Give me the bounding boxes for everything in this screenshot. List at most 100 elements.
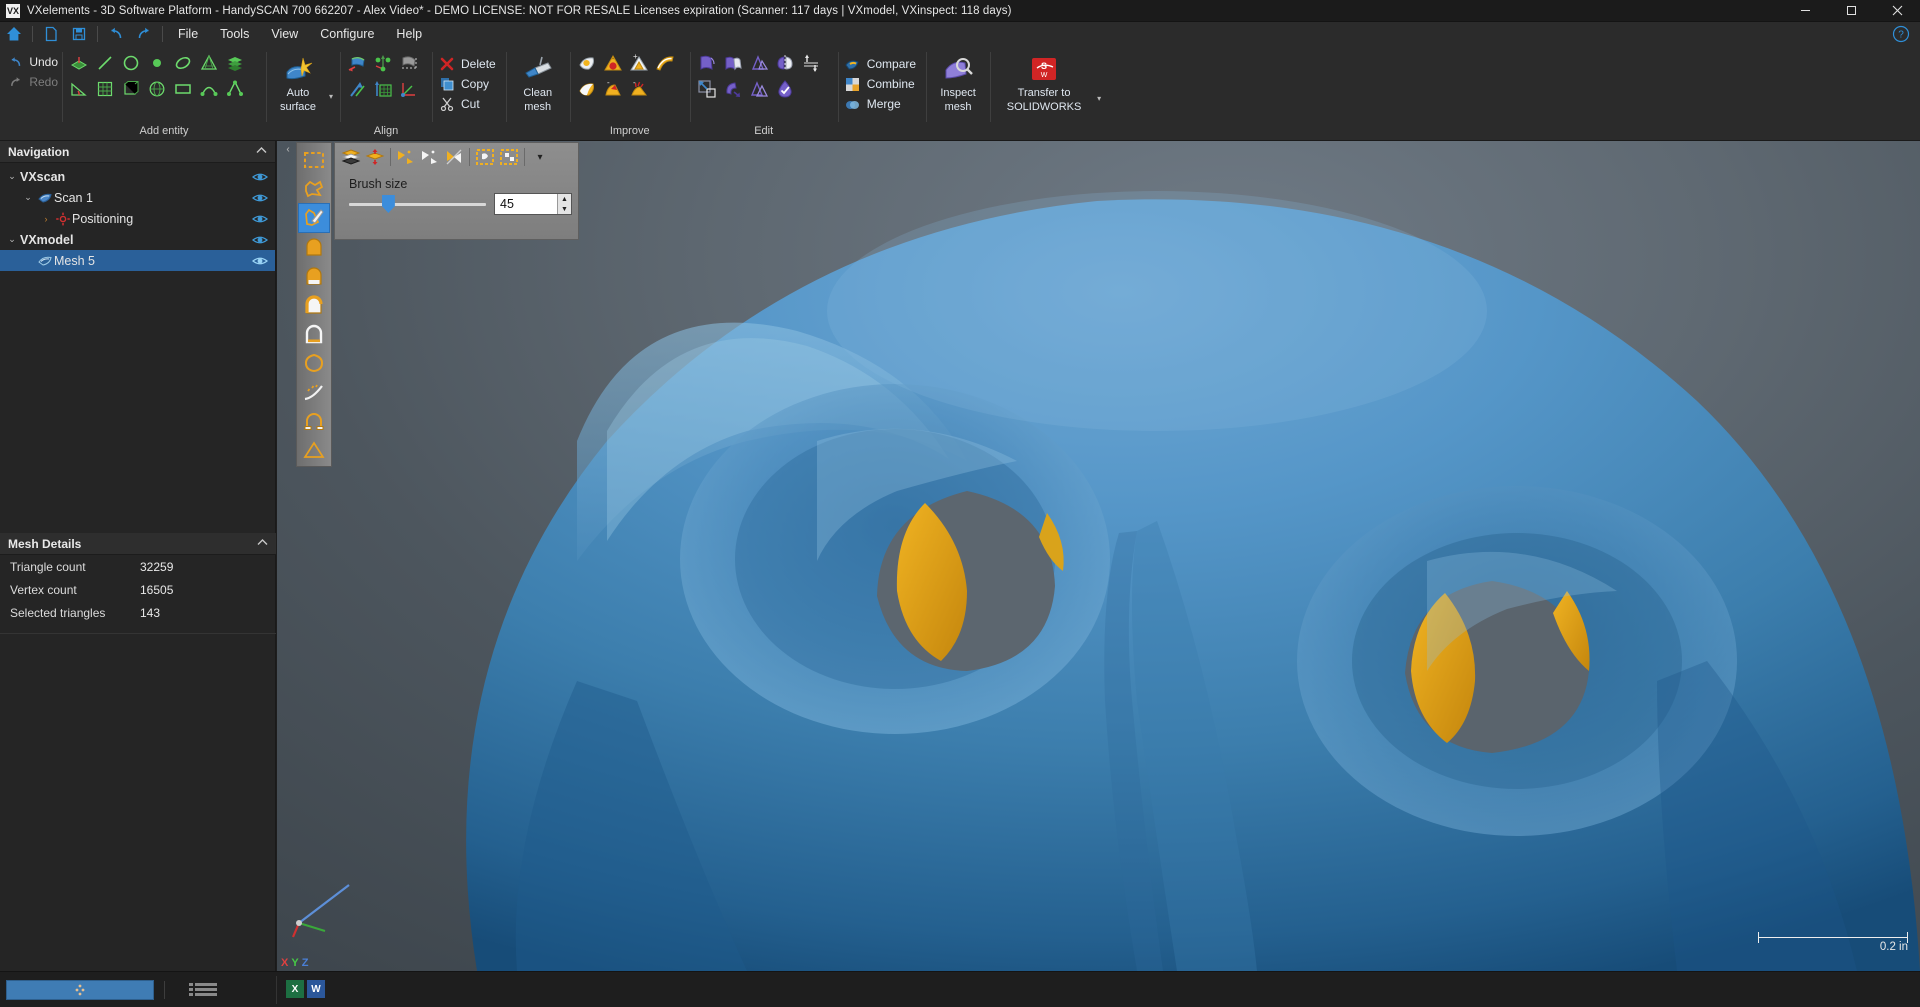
brush-size-slider[interactable] bbox=[349, 195, 486, 213]
minimize-button[interactable] bbox=[1782, 0, 1828, 22]
menu-tools[interactable]: Tools bbox=[209, 22, 260, 46]
maximize-button[interactable] bbox=[1828, 0, 1874, 22]
slider-thumb[interactable] bbox=[382, 195, 395, 213]
word-blue-icon[interactable]: W bbox=[307, 980, 325, 998]
align-datum-icon[interactable] bbox=[371, 51, 395, 75]
tree-item-scan-1[interactable]: ⌄ Scan 1 bbox=[0, 187, 275, 208]
resize-icon[interactable] bbox=[695, 77, 719, 101]
grow-selection-icon[interactable] bbox=[394, 145, 418, 169]
rotate-surface-icon[interactable] bbox=[721, 77, 745, 101]
chevron-down-icon[interactable]: ⌄ bbox=[4, 171, 20, 182]
menu-view[interactable]: View bbox=[260, 22, 309, 46]
deselect-all-icon[interactable] bbox=[363, 145, 387, 169]
chevron-down-icon[interactable]: ▾ bbox=[528, 145, 552, 169]
decimate-icon[interactable]: - bbox=[601, 77, 625, 101]
arc-entity-icon[interactable] bbox=[197, 77, 221, 101]
boolean-icon[interactable] bbox=[747, 77, 771, 101]
transfer-dropdown-icon[interactable]: ▾ bbox=[1094, 94, 1104, 103]
new-document-icon[interactable] bbox=[37, 22, 65, 46]
arch-bridge-icon[interactable] bbox=[299, 407, 329, 435]
layers-entity-icon[interactable] bbox=[223, 51, 247, 75]
shift-thickness-icon[interactable] bbox=[799, 51, 823, 75]
remove-peaks-icon[interactable]: - bbox=[627, 77, 651, 101]
excel-green-icon[interactable]: X bbox=[286, 980, 304, 998]
delete-button[interactable]: Delete bbox=[436, 54, 502, 74]
curve-select-icon[interactable] bbox=[299, 378, 329, 406]
home-icon[interactable] bbox=[0, 22, 28, 46]
brush-size-input[interactable] bbox=[495, 197, 557, 211]
extrude-surface-icon[interactable] bbox=[695, 51, 719, 75]
offset-surface-icon[interactable] bbox=[721, 51, 745, 75]
compare-button[interactable]: Compare bbox=[842, 54, 922, 74]
redo-arrow-icon[interactable] bbox=[130, 22, 158, 46]
validate-icon[interactable] bbox=[773, 77, 797, 101]
visibility-eye-icon[interactable] bbox=[251, 192, 269, 204]
chevron-down-icon[interactable]: ⌄ bbox=[4, 234, 20, 245]
mesh-details-collapse-icon[interactable] bbox=[257, 538, 268, 550]
menu-help[interactable]: Help bbox=[385, 22, 433, 46]
sharpen-edge-icon[interactable] bbox=[747, 51, 771, 75]
ellipse-entity-icon[interactable] bbox=[171, 51, 195, 75]
status-tab-mesh-list[interactable] bbox=[175, 980, 235, 1000]
navigation-collapse-icon[interactable] bbox=[256, 146, 267, 158]
rect-select-icon[interactable] bbox=[299, 146, 329, 174]
close-button[interactable] bbox=[1874, 0, 1920, 22]
fill-hole-icon[interactable] bbox=[575, 51, 599, 75]
triangle-select-icon[interactable] bbox=[299, 436, 329, 464]
auto-surface-dropdown-icon[interactable]: ▾ bbox=[326, 92, 336, 101]
angle-entity-icon[interactable] bbox=[67, 77, 91, 101]
visibility-eye-icon[interactable] bbox=[251, 234, 269, 246]
transfer-to-solidworks-button[interactable]: S W Transfer to SOLIDWORKS bbox=[994, 50, 1094, 113]
brush-size-stepper[interactable]: ▲ ▼ bbox=[494, 193, 572, 215]
copy-button[interactable]: Copy bbox=[436, 74, 502, 94]
box-entity-icon[interactable] bbox=[119, 77, 143, 101]
lasso-select-icon[interactable] bbox=[299, 175, 329, 203]
circle-entity-icon[interactable] bbox=[119, 51, 143, 75]
deselect-region-icon[interactable] bbox=[497, 145, 521, 169]
stepper-up-icon[interactable]: ▲ bbox=[558, 194, 571, 204]
align-surface-icon[interactable] bbox=[397, 51, 421, 75]
line-entity-icon[interactable] bbox=[93, 51, 117, 75]
viewport-3d[interactable]: X Y Z 0.2 in bbox=[277, 141, 1920, 971]
mirror-icon[interactable] bbox=[773, 51, 797, 75]
distance-entity-icon[interactable] bbox=[223, 77, 247, 101]
select-all-layers-icon[interactable] bbox=[339, 145, 363, 169]
inspect-mesh-button[interactable]: Inspect mesh bbox=[930, 50, 986, 113]
align-move-icon[interactable] bbox=[345, 77, 369, 101]
blob-outline-icon[interactable] bbox=[299, 349, 329, 377]
tree-item-positioning[interactable]: › Positioning bbox=[0, 208, 275, 229]
align-best-fit-icon[interactable] bbox=[345, 51, 369, 75]
visibility-eye-icon[interactable] bbox=[251, 213, 269, 225]
brush-select-icon[interactable] bbox=[299, 204, 329, 232]
stepper-arrows[interactable]: ▲ ▼ bbox=[557, 194, 571, 214]
select-region-icon[interactable] bbox=[473, 145, 497, 169]
redo-button[interactable]: Redo bbox=[4, 72, 58, 92]
visibility-eye-icon[interactable] bbox=[251, 171, 269, 183]
plane-entity-icon[interactable] bbox=[67, 51, 91, 75]
add-triangles-icon[interactable]: + bbox=[627, 51, 651, 75]
tree-item-vxscan[interactable]: ⌄ VXscan bbox=[0, 166, 275, 187]
smooth-boundary-icon[interactable] bbox=[653, 51, 677, 75]
merge-button[interactable]: Merge bbox=[842, 94, 922, 114]
rectangle-entity-icon[interactable] bbox=[171, 77, 195, 101]
menu-configure[interactable]: Configure bbox=[309, 22, 385, 46]
save-icon[interactable] bbox=[65, 22, 93, 46]
tree-item-vxmodel[interactable]: ⌄ VXmodel bbox=[0, 229, 275, 250]
combine-button[interactable]: Combine bbox=[842, 74, 922, 94]
align-plane-grid-icon[interactable] bbox=[371, 77, 395, 101]
arch-solid-icon[interactable] bbox=[299, 233, 329, 261]
grid-surface-icon[interactable] bbox=[93, 77, 117, 101]
arch-front-icon[interactable] bbox=[299, 291, 329, 319]
undo-button[interactable]: Undo bbox=[4, 52, 58, 72]
undo-arrow-icon[interactable] bbox=[102, 22, 130, 46]
invert-selection-icon[interactable] bbox=[442, 145, 466, 169]
panel-collapse-button[interactable]: ‹ bbox=[282, 142, 294, 156]
clean-mesh-button[interactable]: Clean mesh bbox=[510, 50, 566, 113]
stepper-down-icon[interactable]: ▼ bbox=[558, 204, 571, 214]
visibility-eye-icon[interactable] bbox=[251, 255, 269, 267]
sphere-entity-icon[interactable] bbox=[145, 77, 169, 101]
cut-button[interactable]: Cut bbox=[436, 94, 502, 114]
arch-back-icon[interactable] bbox=[299, 320, 329, 348]
cone-entity-icon[interactable] bbox=[197, 51, 221, 75]
menu-file[interactable]: File bbox=[167, 22, 209, 46]
